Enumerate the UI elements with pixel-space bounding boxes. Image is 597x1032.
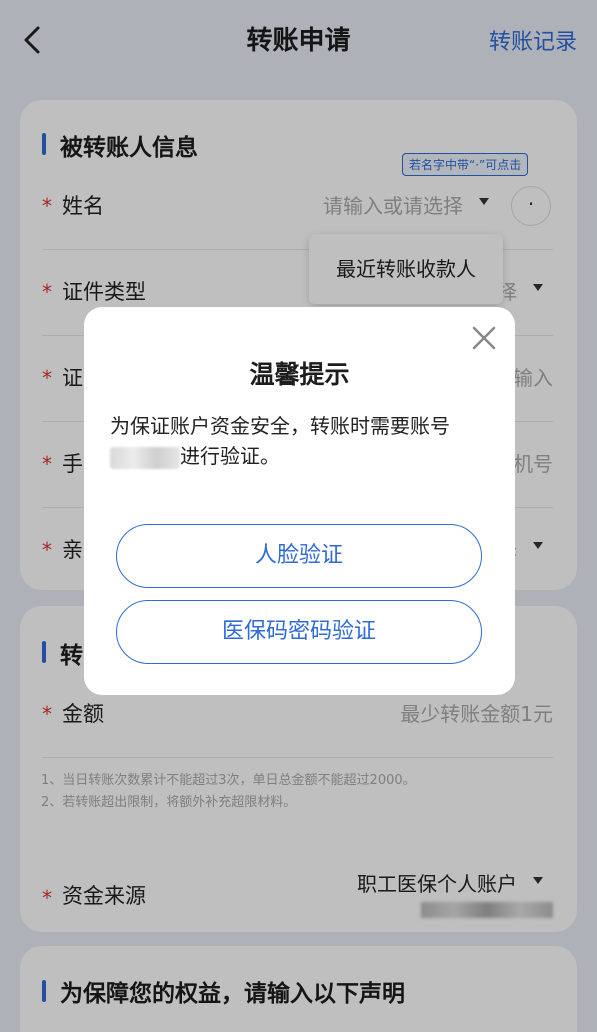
masked-account: [110, 446, 180, 469]
close-icon[interactable]: [469, 323, 499, 353]
dialog-message-prefix: 为保证账户资金安全，转账时需要账号: [110, 414, 450, 438]
tip-dialog: 温馨提示 为保证账户资金安全，转账时需要账号进行验证。 人脸验证 医保码密码验证: [84, 307, 515, 695]
dialog-message-suffix: 进行验证。: [180, 444, 280, 468]
dialog-message: 为保证账户资金安全，转账时需要账号进行验证。: [110, 411, 495, 471]
face-verify-button[interactable]: 人脸验证: [116, 524, 482, 588]
dialog-title: 温馨提示: [249, 360, 350, 389]
password-verify-button[interactable]: 医保码密码验证: [116, 600, 482, 664]
